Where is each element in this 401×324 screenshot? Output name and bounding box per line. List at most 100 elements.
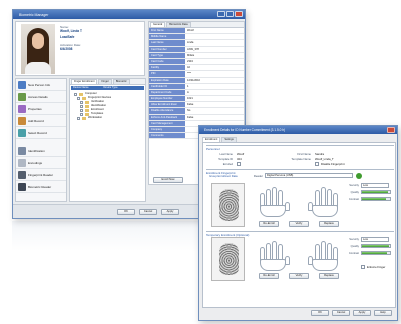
property-value[interactable]: 42 xyxy=(185,65,244,70)
cancel-button[interactable]: Cancel xyxy=(139,209,157,215)
close-button[interactable] xyxy=(387,127,395,133)
group-header: Group Enrollment Data xyxy=(209,174,238,178)
disable-fingerprint-label: Disable Fingerprint xyxy=(321,162,345,166)
enrolled-checkbox[interactable] xyxy=(237,162,241,166)
property-value[interactable]: Linda xyxy=(185,40,244,45)
maximize-button[interactable] xyxy=(226,11,234,17)
ok-button[interactable]: OK xyxy=(311,310,329,316)
security-select[interactable]: Low xyxy=(361,183,389,188)
device-tree: Computer Fingerprint Devices Verificatio… xyxy=(70,91,145,121)
property-value[interactable]: Mifare xyxy=(185,53,244,58)
cancel-button[interactable]: Cancel xyxy=(332,310,350,316)
re-enroll-button[interactable]: Re-Enroll xyxy=(259,221,279,227)
enforce-finger-checkbox[interactable] xyxy=(361,265,365,269)
template-name-value: Woolf_Linda_T xyxy=(315,157,334,161)
fingerprint-image-secondary xyxy=(211,237,245,281)
main-titlebar[interactable]: Biometric Manager xyxy=(13,10,245,19)
apply-button[interactable]: Apply xyxy=(353,310,371,316)
enrollment-body: Personnel Last Name Woolf First Name San… xyxy=(202,142,396,308)
key-icon xyxy=(18,92,26,101)
tab-biometric[interactable]: Biometric xyxy=(112,79,130,84)
encoding-icon xyxy=(18,158,26,167)
reader-select[interactable]: Digital Persona (USB) xyxy=(265,173,353,178)
sidebar-item-select-record[interactable]: Select Record xyxy=(16,127,66,139)
ok-button[interactable]: OK xyxy=(117,209,135,215)
property-value[interactable]: 12/31/2010 xyxy=(185,78,244,83)
re-enroll-button-secondary[interactable]: Re-Enroll xyxy=(259,273,279,279)
property-value[interactable] xyxy=(185,34,244,39)
help-button[interactable]: Help xyxy=(374,310,392,316)
property-value[interactable]: No xyxy=(185,108,244,113)
sidebar: New Person Info Access Details Propertie… xyxy=(15,78,67,202)
property-key: Department Code xyxy=(149,89,185,96)
template-id-label: Template ID xyxy=(218,157,233,161)
property-value[interactable]: 1 xyxy=(185,84,244,89)
property-value[interactable]: Woolf xyxy=(185,28,244,33)
property-key: Card Management xyxy=(149,120,185,126)
device-panel: Finger Enrollment Finger Biometric Devic… xyxy=(69,78,146,202)
property-value[interactable]: 2334 xyxy=(185,59,244,64)
sidebar-item-add-record[interactable]: Add Record xyxy=(16,115,66,127)
person-photo xyxy=(21,24,55,74)
enroll-now-button[interactable]: Enroll Now xyxy=(153,177,183,183)
contrast-label: Contrast xyxy=(348,198,359,201)
minimize-button[interactable] xyxy=(217,11,225,17)
name-value: Woolf, Linda T xyxy=(60,29,82,33)
hand-diagram-secondary[interactable] xyxy=(258,239,354,271)
property-key: Facility xyxy=(149,65,185,71)
sidebar-item-new-person[interactable]: New Person Info xyxy=(16,79,66,91)
sidebar-item-encodings[interactable]: Encodings xyxy=(16,157,66,169)
enroll-title: Enrollment Details for ID Number Commitm… xyxy=(204,128,286,132)
enrollment-window: Enrollment Details for ID Number Commitm… xyxy=(198,125,398,321)
quality-label: Quality xyxy=(350,191,359,194)
id-icon xyxy=(18,146,26,155)
property-key: First Name xyxy=(149,28,185,34)
replace-button[interactable]: Replace xyxy=(319,221,339,227)
security-label-secondary: Security xyxy=(349,238,359,241)
property-key: Card Code xyxy=(149,58,185,65)
tree-item[interactable]: Workstation xyxy=(74,116,141,120)
property-key: Employee Number xyxy=(149,96,185,102)
enroll-titlebar[interactable]: Enrollment Details for ID Number Commitm… xyxy=(199,126,397,134)
property-key: Enforce Anti-Passback xyxy=(149,114,185,120)
person-icon xyxy=(18,80,26,89)
template-name-label: Template Name xyxy=(291,157,311,161)
biometric-reader-icon xyxy=(18,182,26,191)
reader-label: Reader xyxy=(253,174,263,178)
sidebar-item-identification[interactable]: Identification xyxy=(16,145,66,157)
tab-finger[interactable]: Finger xyxy=(98,79,112,84)
property-value[interactable]: False xyxy=(185,115,244,120)
first-name-value: Sandra xyxy=(315,152,325,156)
close-button[interactable] xyxy=(235,11,243,17)
tab-finger-enrollment[interactable]: Finger Enrollment xyxy=(71,79,98,84)
sidebar-item-properties[interactable]: Properties xyxy=(16,103,66,115)
add-icon xyxy=(18,116,26,125)
sidebar-item-fingerprint[interactable]: Fingerprint Reader xyxy=(16,169,66,181)
sidebar-item-access[interactable]: Access Details xyxy=(16,91,66,103)
verify-button[interactable]: Verify xyxy=(289,221,309,227)
property-value[interactable]: 1021 xyxy=(185,96,244,101)
property-key: Last Name xyxy=(149,40,185,46)
hand-diagram[interactable] xyxy=(258,185,354,217)
property-value[interactable]: **** xyxy=(185,71,244,76)
last-name-label: Last Name xyxy=(219,152,233,156)
security-label: Security xyxy=(349,184,359,187)
property-value[interactable]: False xyxy=(185,102,244,107)
template-id-value: 324 xyxy=(237,157,242,161)
security-select-secondary[interactable]: Low xyxy=(361,237,389,242)
tab-biometrics-data[interactable]: Biometrics Data xyxy=(166,22,191,27)
property-value[interactable]: ANSI_378 xyxy=(185,47,244,52)
enforce-finger-label: Enforce Finger xyxy=(367,265,386,269)
contrast-bar-secondary xyxy=(361,251,391,255)
refresh-icon[interactable] xyxy=(356,173,362,179)
tab-general[interactable]: General xyxy=(150,22,166,27)
property-value[interactable]: A xyxy=(185,90,244,95)
replace-button-secondary[interactable]: Replace xyxy=(319,273,339,279)
sidebar-item-biometric[interactable]: Biometric Reader xyxy=(16,181,66,193)
status-value: LoadSafe xyxy=(60,35,75,39)
verify-button-secondary[interactable]: Verify xyxy=(289,273,309,279)
disable-fingerprint-checkbox[interactable] xyxy=(315,162,319,166)
property-key: Card Number xyxy=(149,46,185,52)
apply-button[interactable]: Apply xyxy=(161,209,179,215)
property-key: Cardholder ID xyxy=(149,83,185,89)
